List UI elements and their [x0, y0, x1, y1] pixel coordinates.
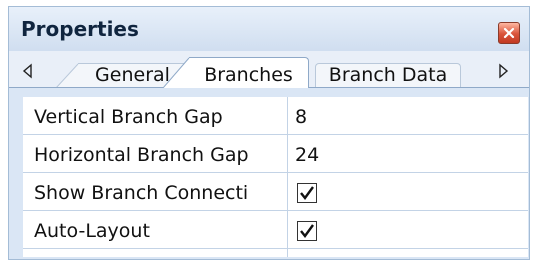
triangle-right-icon[interactable] — [496, 63, 510, 79]
tab-branch-data-label: Branch Data — [328, 64, 448, 86]
property-name: Show Branch Connecti — [34, 182, 249, 204]
tab-branches-label: Branches — [204, 64, 293, 86]
property-value-input[interactable]: 24 — [295, 142, 319, 168]
property-row-horizontal-branch-gap[interactable]: Horizontal Branch Gap 24 — [23, 135, 528, 173]
property-row-show-branch-connections[interactable]: Show Branch Connecti — [23, 173, 528, 211]
tab-branches[interactable]: Branches — [163, 57, 309, 88]
checkmark-icon — [300, 186, 314, 200]
tab-edge-decoration — [163, 57, 193, 88]
close-icon — [503, 27, 515, 39]
property-name: Auto-Layout — [34, 220, 150, 242]
auto-layout-checkbox[interactable] — [297, 221, 317, 241]
property-value-input[interactable]: 8 — [295, 104, 307, 130]
show-branch-connections-checkbox[interactable] — [297, 183, 317, 203]
tab-general-label: General — [95, 64, 170, 86]
property-grid: Vertical Branch Gap 8 Horizontal Branch … — [23, 97, 528, 257]
tab-branch-data[interactable]: Branch Data — [315, 63, 461, 88]
triangle-left-icon[interactable] — [21, 63, 35, 79]
tab-edge-decoration — [56, 63, 86, 88]
property-name: Vertical Branch Gap — [34, 106, 223, 128]
checkmark-icon — [300, 224, 314, 238]
panel-title-bar[interactable]: Properties — [9, 7, 529, 51]
property-row-vertical-branch-gap[interactable]: Vertical Branch Gap 8 — [23, 97, 528, 135]
property-row-auto-layout[interactable]: Auto-Layout — [23, 211, 528, 249]
properties-panel: Properties General Branches Branch Data — [8, 6, 530, 260]
property-name: Horizontal Branch Gap — [34, 144, 249, 166]
panel-title: Properties — [21, 17, 139, 41]
close-button[interactable] — [498, 22, 520, 44]
